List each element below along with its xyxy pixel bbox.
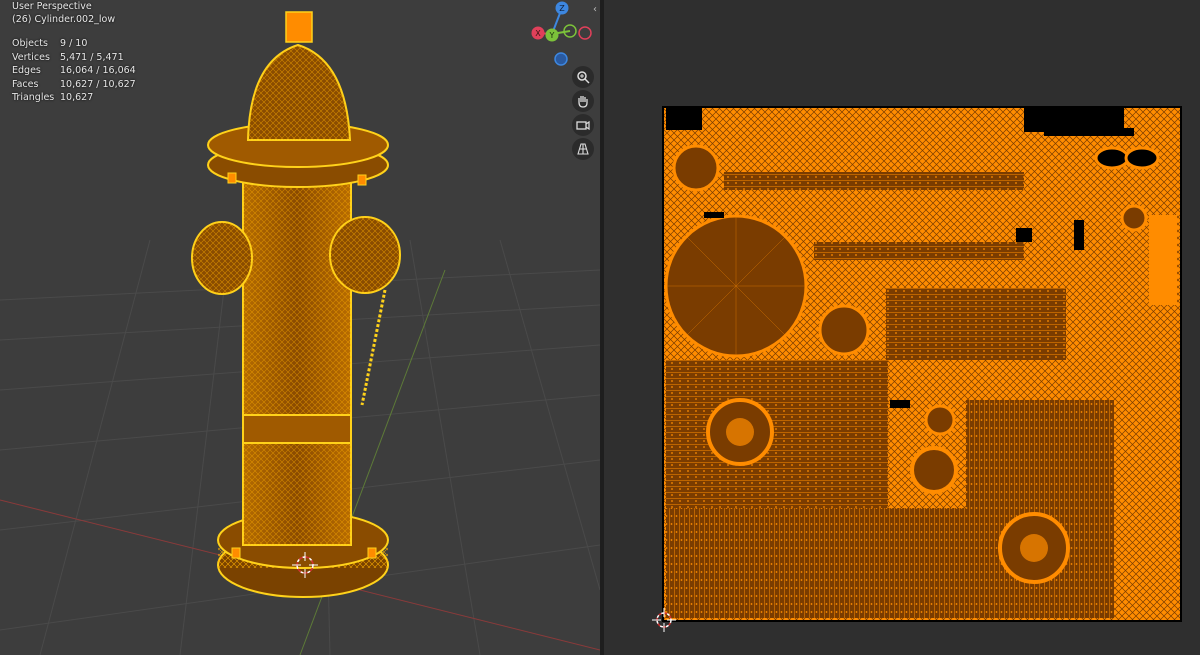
navigation-gizmo[interactable]: Z X Y	[526, 0, 596, 70]
stat-label: Faces	[12, 78, 39, 90]
stat-row-edges: Edges 16,064 / 16,064	[12, 64, 136, 78]
gizmo-neg-x-axis[interactable]	[578, 26, 592, 40]
uv-island-strip[interactable]	[886, 288, 1066, 360]
uv-island-right-block[interactable]	[966, 400, 1114, 618]
stat-label: Triangles	[12, 92, 55, 104]
stat-value: 9 / 10	[60, 38, 88, 49]
view-name: User Perspective	[12, 1, 92, 12]
stat-row-vertices: Vertices 5,471 / 5,471	[12, 51, 136, 65]
uv-editor[interactable]	[604, 0, 1200, 655]
stat-row-objects: Objects 9 / 10	[12, 37, 136, 51]
gizmo-neg-z-axis[interactable]	[554, 52, 568, 66]
hydrant-mesh[interactable]	[191, 11, 401, 598]
stat-value: 10,627 / 10,627	[60, 78, 136, 90]
uv-island-round-3[interactable]	[910, 446, 958, 494]
uv-island-round-4[interactable]	[924, 404, 956, 436]
stat-value: 16,064 / 16,064	[60, 65, 136, 77]
scene-statistics: Objects 9 / 10 Vertices 5,471 / 5,471 Ed…	[12, 37, 136, 105]
uv-island-lower-left[interactable]	[666, 360, 888, 508]
pan-hand-icon[interactable]	[572, 90, 594, 112]
stat-row-faces: Faces 10,627 / 10,627	[12, 78, 136, 92]
collapse-arrow-icon[interactable]: ‹	[593, 4, 597, 15]
gizmo-z-label: Z	[559, 4, 565, 13]
stat-label: Objects	[12, 38, 48, 49]
uv-island-bottom[interactable]	[666, 508, 972, 618]
object-name: (26) Cylinder.002_low	[12, 14, 116, 25]
stat-row-triangles: Triangles 10,627	[12, 91, 136, 105]
stat-value: 5,471 / 5,471	[60, 51, 124, 63]
zoom-icon[interactable]	[572, 66, 594, 88]
uv-island-round-6[interactable]	[672, 144, 720, 192]
viewport-info: User Perspective (26) Cylinder.002_low	[12, 0, 115, 26]
grid-icon[interactable]	[572, 138, 594, 160]
stat-label: Vertices	[12, 51, 50, 63]
uv-island-top-band[interactable]	[724, 172, 1024, 190]
gizmo-x-label: X	[535, 29, 541, 38]
3d-viewport[interactable]: User Perspective (26) Cylinder.002_low O…	[0, 0, 600, 655]
uv-island-band-2[interactable]	[814, 242, 1024, 260]
uv-canvas[interactable]	[604, 0, 1200, 655]
stat-value: 10,627	[60, 92, 94, 104]
gizmo-y-label: Y	[549, 31, 555, 40]
uv-island-round-5[interactable]	[818, 304, 870, 356]
stat-label: Edges	[12, 65, 41, 77]
camera-icon[interactable]	[572, 114, 594, 136]
